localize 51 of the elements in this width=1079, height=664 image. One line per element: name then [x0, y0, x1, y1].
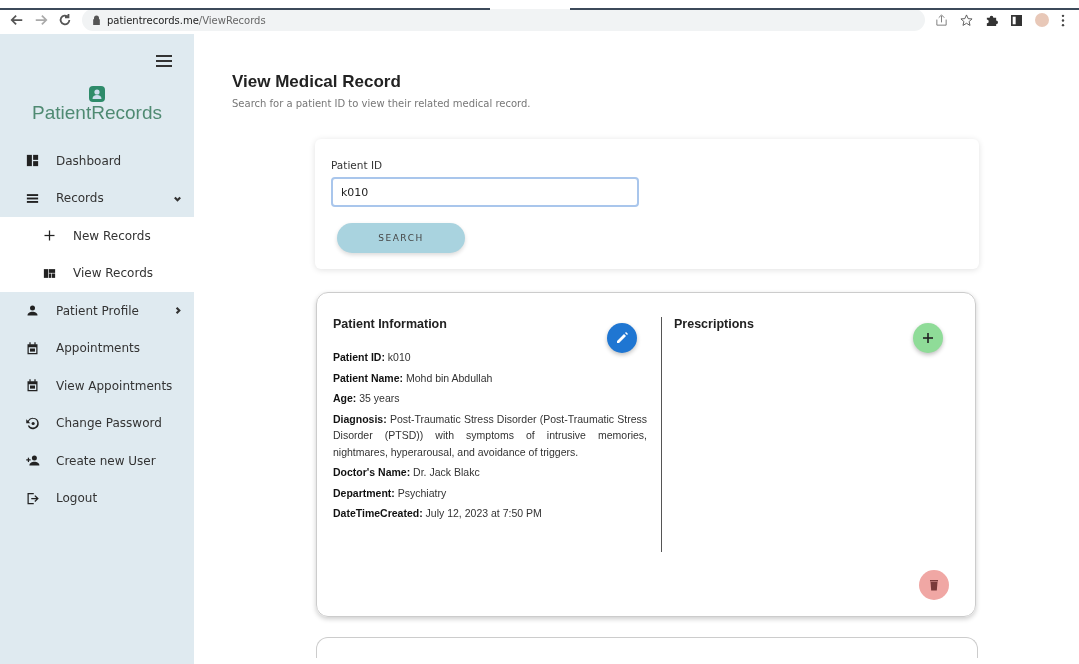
calendar-icon: [25, 340, 40, 356]
puzzle-icon[interactable]: [985, 13, 998, 27]
person-icon: [25, 303, 40, 319]
sidebar-item[interactable]: Logout: [0, 479, 194, 517]
record-field: Patient Name: Mohd bin Abdullah: [333, 369, 647, 386]
sidebar-item[interactable]: Change Password: [0, 404, 194, 442]
page-title: View Medical Record: [232, 72, 402, 92]
sidebar-item[interactable]: View Appointments: [0, 367, 194, 405]
field-label: Patient ID: [331, 159, 384, 171]
logo-text: PatientRecords: [32, 102, 162, 124]
sidebar-item[interactable]: View Records: [0, 254, 194, 292]
record-field: Patient ID: k010: [333, 349, 647, 366]
page-subtitle: Search for a patient ID to view their related medical record.: [232, 98, 532, 109]
logout-icon: [25, 490, 40, 506]
add-button[interactable]: [913, 323, 943, 353]
edit-button[interactable]: [607, 323, 637, 353]
pencil-icon: [615, 331, 629, 345]
share-icon[interactable]: [935, 13, 948, 27]
sidebar-item[interactable]: Create new User: [0, 442, 194, 480]
patient-id-field[interactable]: k010: [331, 177, 639, 207]
plus-icon: [921, 331, 935, 345]
sidebar-item[interactable]: Dashboard: [0, 142, 194, 180]
sidebar-item[interactable]: Records: [0, 179, 194, 217]
logo-icon: [89, 86, 105, 102]
menu-icon[interactable]: [156, 54, 172, 68]
dashboard-icon: [25, 153, 40, 169]
calendar-icon: [25, 378, 40, 394]
sidebar-item[interactable]: Appointments: [0, 329, 194, 367]
record-field: Diagnosis: Post-Traumatic Stress Disorder (Post-Traumatic Stress Disorder (PTSD)) with symptoms of intrusive memories, nightmares, hyperarousal, and avoidance of triggers.: [333, 410, 647, 460]
record-field: Age: 35 years: [333, 390, 647, 407]
reload-icon[interactable]: [58, 13, 72, 27]
lock-icon: [92, 15, 101, 25]
person-add-icon: [25, 453, 40, 469]
record-field: Department: Psychiatry: [333, 484, 647, 501]
sidebar-item[interactable]: Patient Profile: [0, 292, 194, 330]
address-bar[interactable]: patientrecords.me/ViewRecords: [82, 9, 925, 31]
history-icon: [25, 415, 40, 431]
star-icon[interactable]: [960, 13, 973, 27]
section-title: Prescriptions: [674, 317, 755, 331]
sidebar-icon[interactable]: [1010, 13, 1023, 27]
delete-button[interactable]: [919, 570, 949, 600]
record-field: Doctor's Name: Dr. Jack Blakc: [333, 464, 647, 481]
search-button[interactable]: SEARCH: [337, 223, 465, 253]
chevron-icon: [173, 306, 182, 316]
back-icon[interactable]: [10, 13, 24, 27]
section-title: Patient Information: [333, 317, 448, 331]
trash-icon: [927, 578, 941, 592]
more-icon[interactable]: [1061, 13, 1065, 27]
plus-icon: [42, 228, 57, 244]
record-field: DateTimeCreated: July 12, 2023 at 7:50 PM: [333, 505, 647, 522]
sidebar-item[interactable]: New Records: [0, 217, 194, 255]
